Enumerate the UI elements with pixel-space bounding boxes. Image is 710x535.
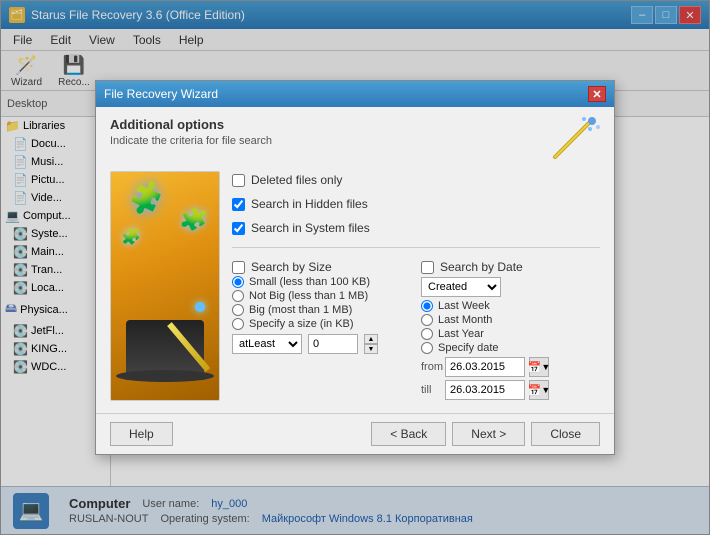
divider [232,247,600,248]
size-notbig-radio[interactable] [232,290,244,302]
size-value-input[interactable] [308,334,358,354]
date-type-select[interactable]: Created Modified Accessed [421,277,501,297]
search-date-row: Search by Date [421,260,600,274]
size-small-radio[interactable] [232,276,244,288]
size-spinner: ▲ ▼ [364,334,378,354]
size-specify-row: Specify a size (in KB) [232,318,411,330]
date-from-input[interactable] [445,357,525,377]
dialog-titlebar: File Recovery Wizard ✕ [96,81,614,107]
options-panel: Deleted files only Search in Hidden file… [232,171,600,403]
wand-icon-svg [550,117,600,161]
date-lastyear-row: Last Year [421,328,600,340]
date-lastyear-radio[interactable] [421,328,433,340]
deleted-files-row: Deleted files only [232,173,600,187]
hidden-files-row: Search in Hidden files [232,197,600,211]
wand-decoration [550,117,600,161]
dialog-overlay: File Recovery Wizard ✕ Additional option… [0,0,710,535]
search-date-label[interactable]: Search by Date [440,260,523,274]
date-till-calendar-button[interactable]: 📅▼ [529,380,549,400]
deleted-files-checkbox[interactable] [232,174,245,187]
date-lastmonth-radio[interactable] [421,314,433,326]
dialog-header: Additional options Indicate the criteria… [110,117,600,161]
size-big-label[interactable]: Big (most than 1 MB) [249,304,352,316]
hidden-files-label[interactable]: Search in Hidden files [251,197,368,211]
date-column: Search by Date Created Modified Accessed [421,258,600,403]
search-size-label[interactable]: Search by Size [251,260,332,274]
file-recovery-dialog: File Recovery Wizard ✕ Additional option… [95,80,615,455]
deleted-files-label[interactable]: Deleted files only [251,173,342,187]
size-big-row: Big (most than 1 MB) [232,304,411,316]
back-button[interactable]: < Back [371,422,446,446]
date-lastyear-label[interactable]: Last Year [438,328,484,340]
date-type-dropdown-row: Created Modified Accessed [421,277,600,297]
wizard-image: 🧩 🧩 🧩 [110,171,220,401]
date-from-label: from [421,361,441,373]
date-lastweek-row: Last Week [421,300,600,312]
spin-up-button[interactable]: ▲ [364,334,378,344]
dialog-close-button[interactable]: ✕ [588,86,606,102]
size-specify-label[interactable]: Specify a size (in KB) [249,318,354,330]
date-lastweek-radio[interactable] [421,300,433,312]
dialog-subtext: Indicate the criteria for file search [110,135,272,147]
dialog-content: 🧩 🧩 🧩 Deleted files only [110,171,600,403]
size-qualifier-select[interactable]: atLeast atMost [232,334,302,354]
dialog-body: Additional options Indicate the criteria… [96,107,614,413]
system-files-row: Search in System files [232,221,600,235]
date-lastmonth-row: Last Month [421,314,600,326]
size-qualifier-row: atLeast atMost ▲ ▼ [232,334,411,354]
size-notbig-label[interactable]: Not Big (less than 1 MB) [249,290,368,302]
size-small-row: Small (less than 100 KB) [232,276,411,288]
date-lastweek-label[interactable]: Last Week [438,300,490,312]
next-button[interactable]: Next > [452,422,525,446]
search-hidden-checkbox[interactable] [232,198,245,211]
size-notbig-row: Not Big (less than 1 MB) [232,290,411,302]
dialog-footer: Help < Back Next > Close [96,413,614,454]
search-system-checkbox[interactable] [232,222,245,235]
date-from-calendar-button[interactable]: 📅▼ [529,357,549,377]
date-specify-row: Specify date [421,342,600,354]
size-big-radio[interactable] [232,304,244,316]
system-files-label[interactable]: Search in System files [251,221,370,235]
two-col-options: Search by Size Small (less than 100 KB) … [232,258,600,403]
spin-down-button[interactable]: ▼ [364,344,378,354]
date-till-input[interactable] [445,380,525,400]
search-size-checkbox[interactable] [232,261,245,274]
size-specify-radio[interactable] [232,318,244,330]
search-size-row: Search by Size [232,260,411,274]
date-from-row: from 📅▼ [421,357,600,377]
dialog-title: File Recovery Wizard [104,87,218,101]
dialog-header-text: Additional options Indicate the criteria… [110,117,272,147]
dialog-heading: Additional options [110,117,272,132]
search-date-checkbox[interactable] [421,261,434,274]
date-lastmonth-label[interactable]: Last Month [438,314,492,326]
nav-buttons: < Back Next > Close [371,422,600,446]
date-specify-radio[interactable] [421,342,433,354]
size-column: Search by Size Small (less than 100 KB) … [232,258,411,403]
date-till-row: till 📅▼ [421,380,600,400]
size-small-label[interactable]: Small (less than 100 KB) [249,276,370,288]
date-till-label: till [421,384,441,396]
close-dialog-button[interactable]: Close [531,422,600,446]
help-button[interactable]: Help [110,422,173,446]
date-specify-label[interactable]: Specify date [438,342,499,354]
